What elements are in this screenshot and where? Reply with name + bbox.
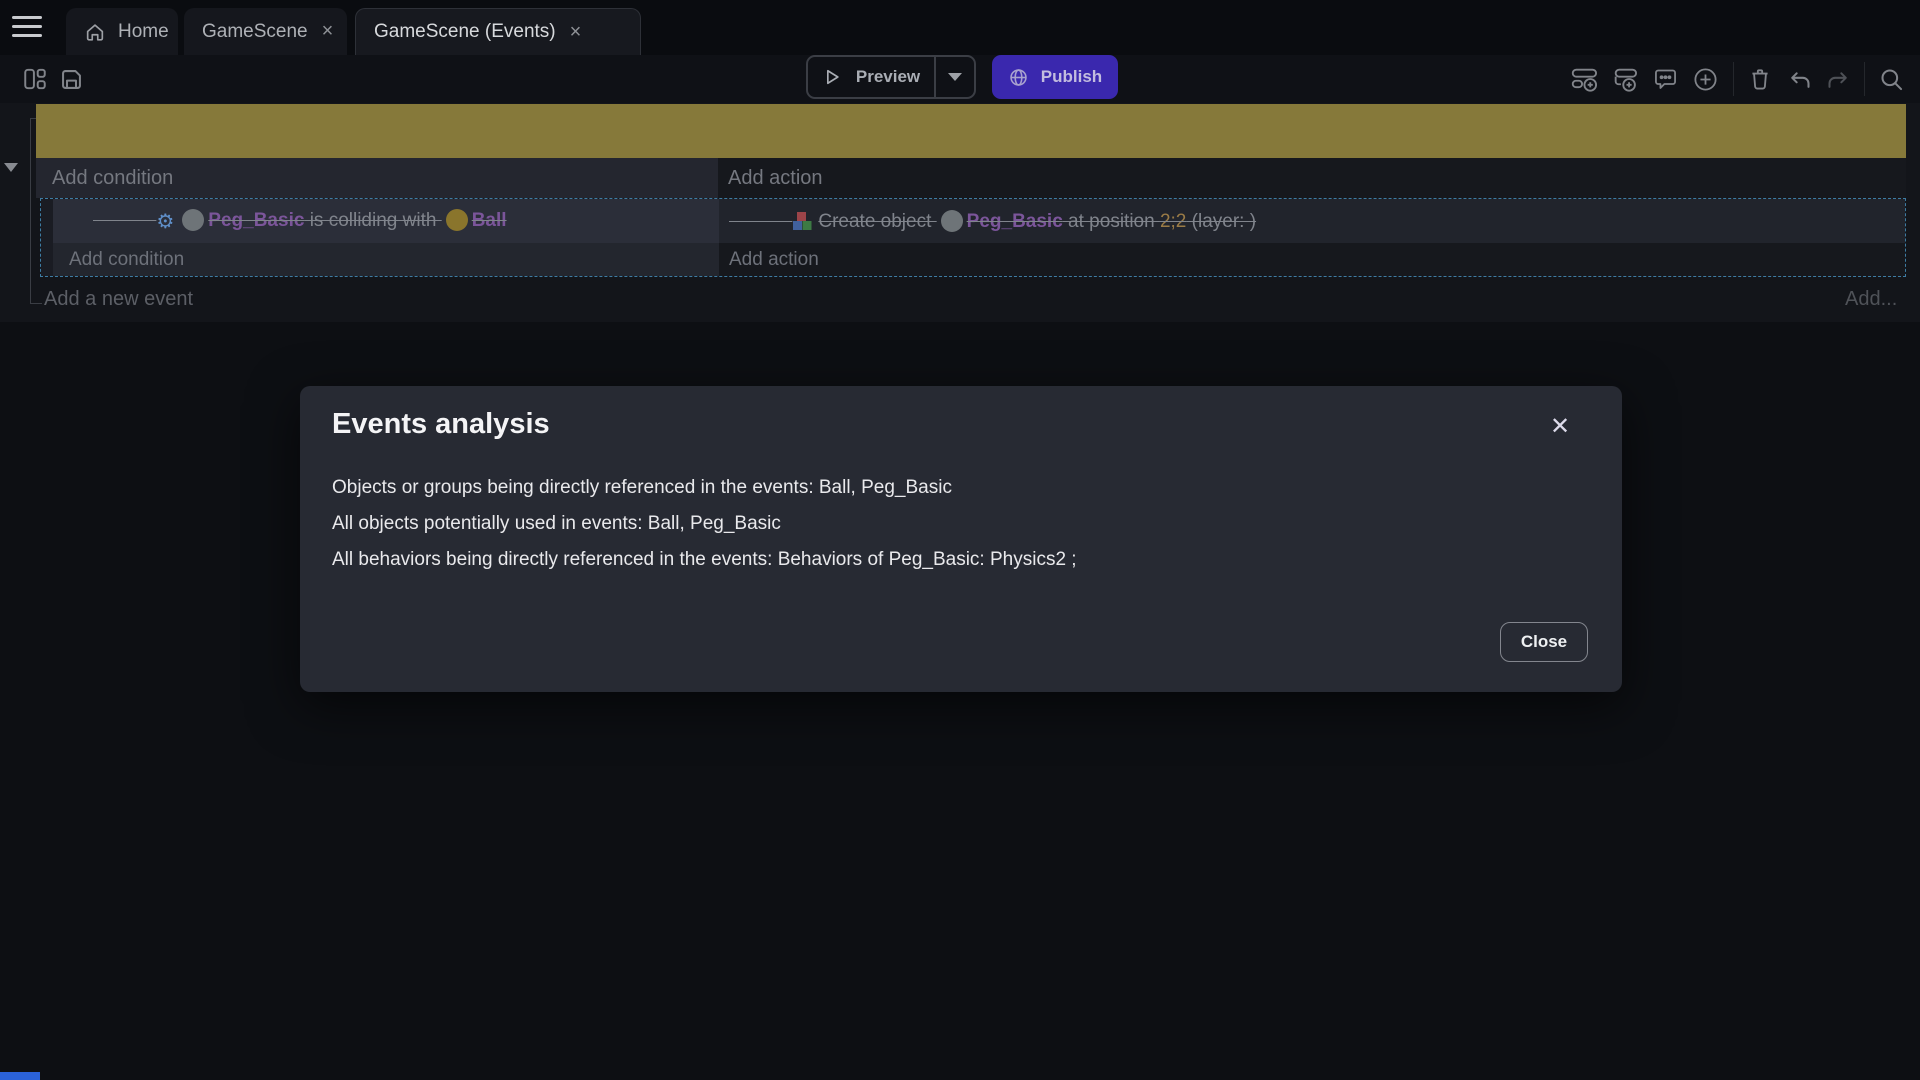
tab-gamescene[interactable]: GameScene × [184,8,347,55]
tree-line [30,303,42,304]
tree-line [30,118,31,304]
tab-home[interactable]: Home [66,8,178,55]
add-new-event-link[interactable]: Add a new event [44,288,193,311]
close-button[interactable]: Close [1500,622,1588,662]
redo-icon[interactable] [1823,64,1853,94]
event-add-row: Add condition Add action [53,243,1905,276]
tab-close-icon[interactable]: × [568,21,584,44]
publish-label: Publish [1041,67,1102,87]
add-event-icon[interactable] [1570,64,1600,94]
dialog-title: Events analysis [332,408,550,441]
publish-button[interactable]: Publish [992,55,1118,99]
events-sheet: Add condition Add action ⚙Peg_Basic is c… [0,103,1920,322]
add-action-link[interactable]: Add action [719,243,1905,276]
analysis-line: All behaviors being directly referenced … [332,542,1582,578]
selected-sub-event[interactable]: ⚙Peg_Basic is colliding with Ball Create… [40,198,1906,277]
events-analysis-dialog: Events analysis ✕ Objects or groups bein… [300,386,1622,692]
action-cell[interactable]: Create object Peg_Basic at position 2;2 … [719,199,1905,243]
physics-behavior-icon: ⚙ [156,209,174,234]
create-object-icon [792,211,812,231]
globe-icon [1008,67,1029,88]
close-icon[interactable]: ✕ [1540,406,1580,446]
collapse-caret-icon[interactable] [4,163,18,172]
toolbar: Preview Publish [0,55,1920,103]
analysis-line: All objects potentially used in events: … [332,506,1582,542]
tab-gamescene-events[interactable]: GameScene (Events) × [355,8,641,55]
tab-label: GameScene [202,21,308,43]
peg-basic-object-icon [941,210,963,232]
tab-close-icon[interactable]: × [320,20,336,43]
preview-main[interactable]: Preview [808,57,934,97]
toolbar-separator [1733,62,1734,96]
gdevelop-app: Home GameScene × GameScene (Events) × [0,0,1920,1080]
add-subevent-icon[interactable] [1610,64,1640,94]
chevron-down-icon [948,73,962,81]
event-content-row: ⚙Peg_Basic is colliding with Ball Create… [53,199,1905,243]
main-menu-icon[interactable] [12,16,42,39]
preview-options-button[interactable] [934,57,974,97]
panels-icon[interactable] [20,64,50,94]
preview-label: Preview [856,67,920,87]
event-gutter [41,199,53,276]
search-icon[interactable] [1876,64,1906,94]
peg-basic-object-icon [182,209,204,231]
tab-bar: Home GameScene × GameScene (Events) × [0,0,1920,55]
undo-icon[interactable] [1784,64,1814,94]
bottom-left-accent [0,1072,40,1080]
analysis-line: Objects or groups being directly referen… [332,470,1582,506]
condition-cell[interactable]: ⚙Peg_Basic is colliding with Ball [53,199,719,243]
ball-object-icon [446,209,468,231]
add-circle-icon[interactable] [1690,64,1720,94]
save-icon[interactable] [56,64,86,94]
home-icon [84,21,106,43]
add-more-link[interactable]: Add... [1845,288,1897,311]
tab-label: GameScene (Events) [374,21,556,43]
trash-icon[interactable] [1745,64,1775,94]
play-icon [822,67,842,87]
preview-button[interactable]: Preview [806,55,976,99]
toolbar-separator [1864,62,1865,96]
comment-event[interactable] [36,104,1906,158]
tab-label: Home [118,21,169,43]
add-comment-icon[interactable] [1650,64,1680,94]
add-condition-link[interactable]: Add condition [53,243,719,276]
dialog-body: Objects or groups being directly referen… [332,470,1582,578]
